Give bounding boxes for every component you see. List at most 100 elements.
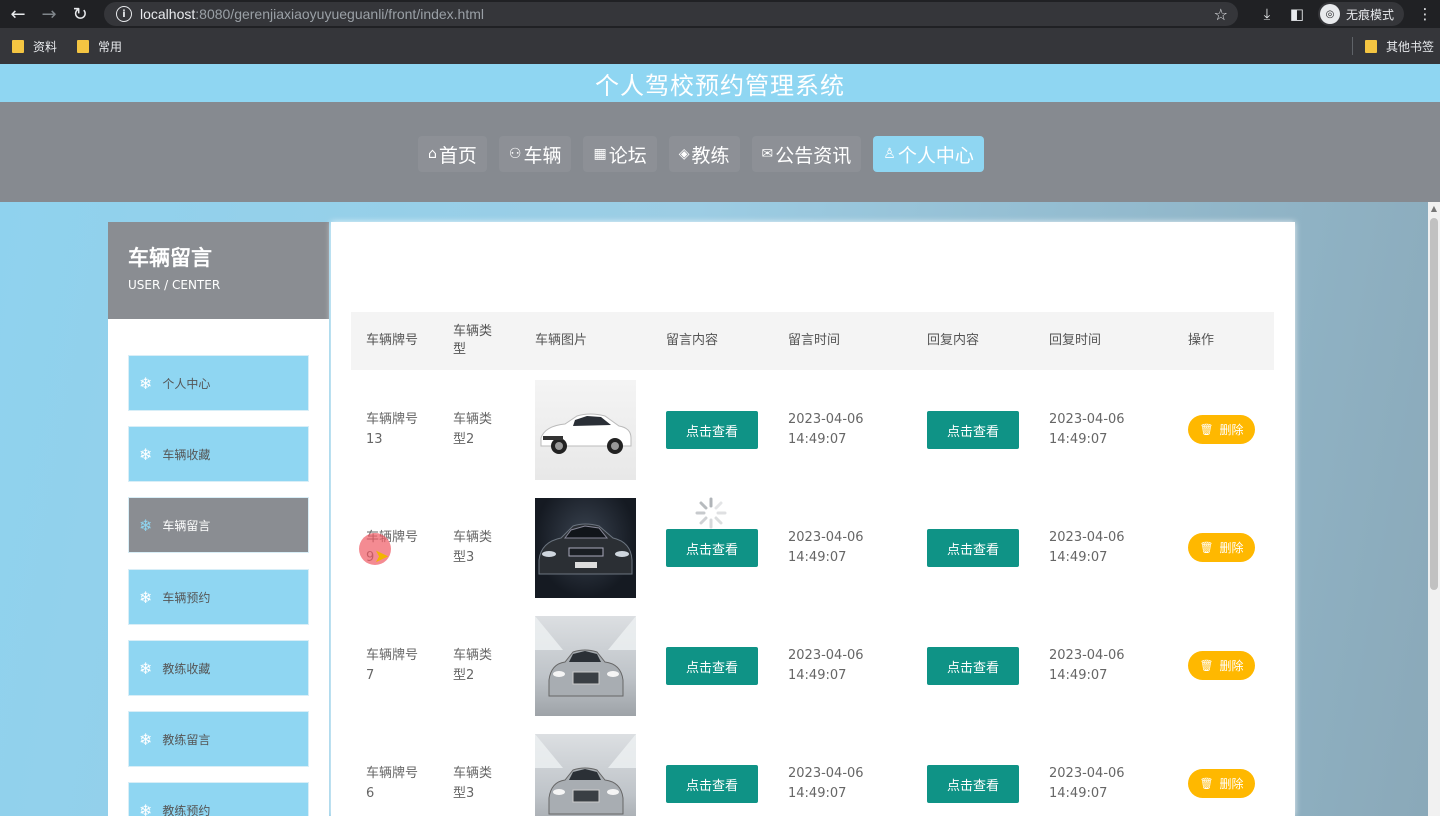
delete-button[interactable]: 🗑 删除 <box>1188 769 1255 798</box>
sidebar-item-user-center[interactable]: ❄ 个人中心 <box>128 355 309 411</box>
menu-item-home[interactable]: ⌂ 首页 <box>418 136 487 172</box>
car-image[interactable] <box>535 616 636 716</box>
loading-spinner-icon <box>695 497 727 529</box>
snowflake-icon: ❄ <box>139 658 153 678</box>
car-image[interactable] <box>535 380 636 480</box>
cell-plate: 车辆牌号13 <box>366 412 419 447</box>
bookmarks-bar: 资料 常用 其他书签 <box>0 28 1440 64</box>
bookmark-label: 常用 <box>98 39 123 54</box>
column-header-message-time: 留言时间 <box>788 333 841 348</box>
column-header-reply: 回复内容 <box>927 333 980 348</box>
other-bookmarks[interactable]: 其他书签 <box>1364 38 1434 55</box>
menu-item-user-center[interactable]: ♙ 个人中心 <box>873 136 984 172</box>
folder-icon <box>77 39 90 53</box>
delete-button[interactable]: 🗑 删除 <box>1188 415 1255 444</box>
sidebar-item-coach-messages[interactable]: ❄ 教练留言 <box>128 711 309 767</box>
mail-icon: ✉ <box>761 146 774 162</box>
delete-button[interactable]: 🗑 删除 <box>1188 533 1255 562</box>
incognito-badge[interactable]: ◎ 无痕模式 <box>1317 2 1404 26</box>
folder-icon <box>12 39 24 53</box>
menu-label: 个人中心 <box>897 144 974 167</box>
column-header-image: 车辆图片 <box>535 333 588 348</box>
scrollbar-thumb[interactable] <box>1430 218 1438 590</box>
table-row: 车辆牌号13 车辆类型2 点击查看 2023-04-06 14:49:07 点击… <box>351 370 1274 488</box>
snowflake-icon: ❄ <box>139 729 153 749</box>
incognito-label: 无痕模式 <box>1345 7 1394 22</box>
menu-item-car[interactable]: ⚇ 车辆 <box>498 136 572 172</box>
bookmark-star-icon[interactable]: ☆ <box>1214 5 1228 24</box>
cell-reply-time: 2023-04-06 14:49:07 <box>1049 412 1125 447</box>
bookmark-folder-1[interactable]: 常用 <box>77 38 122 55</box>
menu-item-forum[interactable]: ▦ 论坛 <box>583 136 657 172</box>
table-row: 车辆牌号7 车辆类型2 点击查看 2023-04-06 14:49:07 点击查… <box>351 606 1274 724</box>
cell-reply-time: 2023-04-06 14:49:07 <box>1049 766 1125 801</box>
info-icon[interactable]: i <box>116 6 132 22</box>
main-menu: ⌂ 首页 ⚇ 车辆 ▦ 论坛 ◈ 教练 ✉ 公告资讯 ♙ 个人中心 <box>418 136 996 172</box>
cell-plate: 车辆牌号7 <box>366 648 419 683</box>
cell-reply-time: 2023-04-06 14:49:07 <box>1049 648 1125 683</box>
page-scrollbar[interactable]: ▲ <box>1428 202 1440 816</box>
view-reply-button[interactable]: 点击查看 <box>927 765 1019 803</box>
reload-icon[interactable]: ↻ <box>67 1 93 27</box>
sidebar-item-car-messages[interactable]: ❄ 车辆留言 <box>128 497 309 553</box>
cell-message-time: 2023-04-06 14:49:07 <box>788 412 864 447</box>
view-message-button[interactable]: 点击查看 <box>666 647 758 685</box>
snowflake-icon: ❄ <box>139 373 153 393</box>
table-header: 车辆牌号 车辆类型 车辆图片 留言内容 留言时间 回复内容 回复时间 操作 <box>351 312 1274 370</box>
url-text[interactable]: localhost:8080/gerenjiaxiaoyuyueguanli/f… <box>140 6 484 22</box>
cell-type: 车辆类型3 <box>453 530 493 565</box>
back-icon[interactable]: ← <box>5 1 31 27</box>
car-image[interactable] <box>535 498 636 598</box>
snowflake-icon: ❄ <box>139 515 153 535</box>
sidebar-header: 车辆留言 USER / CENTER <box>108 222 329 319</box>
forward-icon[interactable]: → <box>36 1 62 27</box>
delete-label: 删除 <box>1219 423 1244 437</box>
sidebar-item-label: 教练预约 <box>162 803 211 816</box>
view-message-button[interactable]: 点击查看 <box>666 411 758 449</box>
view-reply-button[interactable]: 点击查看 <box>927 411 1019 449</box>
sidebar-item-coach-booking[interactable]: ❄ 教练预约 <box>128 782 309 816</box>
sidebar-item-car-favorites[interactable]: ❄ 车辆收藏 <box>128 426 309 482</box>
silver-car-picture <box>535 616 636 697</box>
menu-item-coach[interactable]: ◈ 教练 <box>668 136 740 172</box>
view-reply-button[interactable]: 点击查看 <box>927 647 1019 685</box>
white-coupe-picture <box>540 413 632 454</box>
user-sidebar: 车辆留言 USER / CENTER ❄ 个人中心 ❄ 车辆收藏 ❄ 车辆留言 ❄ 车辆… <box>108 222 329 816</box>
sidebar-item-label: 个人中心 <box>162 376 211 391</box>
column-header-reply-time: 回复时间 <box>1049 333 1102 348</box>
cell-type: 车辆类型3 <box>453 766 493 801</box>
trash-icon: 🗑 <box>1199 777 1214 790</box>
delete-label: 删除 <box>1219 659 1244 673</box>
view-reply-button[interactable]: 点击查看 <box>927 529 1019 567</box>
sidebar-item-coach-favorites[interactable]: ❄ 教练收藏 <box>128 640 309 696</box>
site-title: 个人驾校预约管理系统 <box>595 71 845 100</box>
snowflake-icon: ❄ <box>139 800 153 816</box>
main-menu-bar: ⌂ 首页 ⚇ 车辆 ▦ 论坛 ◈ 教练 ✉ 公告资讯 ♙ 个人中心 <box>0 102 1440 202</box>
incognito-icon: ◎ <box>1319 4 1340 24</box>
view-message-button[interactable]: 点击查看 <box>666 529 758 567</box>
forum-icon: ▦ <box>593 146 607 162</box>
sidepanel-icon[interactable]: ◧ <box>1282 5 1312 23</box>
menu-dots-icon[interactable]: ⋮ <box>1410 5 1440 23</box>
car-image[interactable] <box>535 734 636 816</box>
download-icon[interactable]: ⤓ <box>1252 5 1282 23</box>
sidebar-item-car-booking[interactable]: ❄ 车辆预约 <box>128 569 309 625</box>
address-bar[interactable]: i localhost:8080/gerenjiaxiaoyuyueguanli… <box>104 2 1238 26</box>
column-header-plate: 车辆牌号 <box>366 333 419 348</box>
silver-car-picture <box>535 734 636 815</box>
bookmark-label: 资料 <box>33 39 58 54</box>
sidebar-item-label: 车辆收藏 <box>162 447 211 462</box>
sidebar-item-label: 车辆留言 <box>162 518 211 533</box>
delete-button[interactable]: 🗑 删除 <box>1188 651 1255 680</box>
bookmarks-divider <box>1351 37 1353 55</box>
delete-label: 删除 <box>1219 777 1244 791</box>
delete-label: 删除 <box>1219 541 1244 555</box>
sidebar-subtitle: USER / CENTER <box>128 278 221 292</box>
sidebar-item-label: 教练收藏 <box>162 661 211 676</box>
view-message-button[interactable]: 点击查看 <box>666 765 758 803</box>
column-header-type: 车辆类型 <box>453 324 493 357</box>
menu-item-news[interactable]: ✉ 公告资讯 <box>751 136 862 172</box>
scroll-up-icon[interactable]: ▲ <box>1428 204 1440 216</box>
bookmark-folder-0[interactable]: 资料 <box>12 38 57 55</box>
column-header-actions: 操作 <box>1188 333 1215 348</box>
